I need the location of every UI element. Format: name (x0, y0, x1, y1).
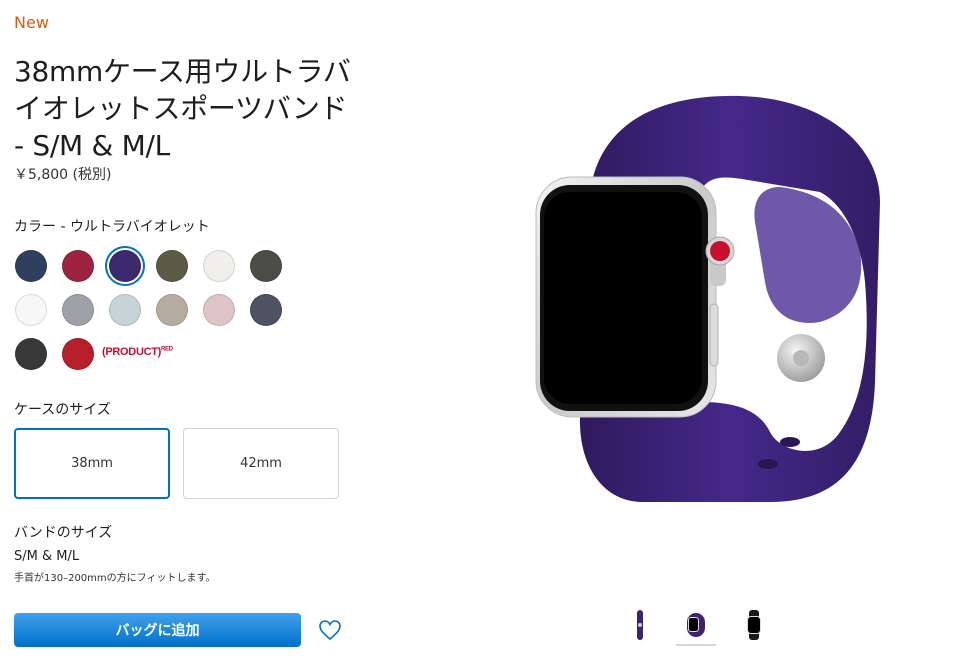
color-swatch-midnight-blue[interactable] (15, 250, 47, 282)
product-price: ￥5,800 (税別) (14, 167, 112, 183)
color-swatch-gray[interactable] (62, 294, 94, 326)
thumbnail-watch-face[interactable] (734, 606, 774, 644)
band-size-label: バンドのサイズ (14, 525, 113, 541)
product-red-logo[interactable]: (PRODUCT)RED (102, 346, 173, 358)
color-swatch-pink-sand[interactable] (203, 294, 235, 326)
color-swatch-light-blue-gray[interactable] (109, 294, 141, 326)
color-swatch-red[interactable] (62, 338, 94, 370)
color-swatch-soft-white[interactable] (203, 250, 235, 282)
color-swatch-black[interactable] (15, 338, 47, 370)
color-swatch-dark-slate[interactable] (250, 294, 282, 326)
color-swatch-charcoal-gray[interactable] (250, 250, 282, 282)
case-size-38mm-button[interactable]: 38mm (14, 428, 170, 499)
product-hero-image (535, 95, 880, 502)
thumbnail-band-front[interactable] (676, 606, 716, 646)
color-swatch-ultra-violet[interactable] (105, 246, 145, 286)
watch-front-thumbnail-icon (687, 613, 705, 637)
image-thumbnails (620, 606, 780, 650)
case-size-42mm-button[interactable]: 42mm (183, 428, 339, 499)
case-size-label: ケースのサイズ (14, 402, 111, 418)
color-label: カラー - ウルトラバイオレット (14, 219, 210, 235)
heart-icon[interactable] (318, 618, 342, 642)
watch-face-thumbnail-icon (747, 610, 761, 640)
color-swatch-white[interactable] (15, 294, 47, 326)
thumbnail-band-side[interactable] (620, 606, 660, 644)
add-to-bag-button[interactable]: バッグに追加 (14, 613, 301, 647)
color-swatch-dark-olive[interactable] (156, 250, 188, 282)
band-side-thumbnail-icon (637, 610, 643, 640)
band-size-value: S/M & M/L (14, 549, 80, 564)
color-swatch-taupe[interactable] (156, 294, 188, 326)
product-title: 38mmケース用ウルトラバイオレットスポーツバンド - S/M & M/L (14, 55, 351, 162)
new-badge: New (14, 13, 49, 32)
color-swatch-berry[interactable] (62, 250, 94, 282)
band-fit-note: 手首が130–200mmの方にフィットします。 (14, 573, 216, 584)
